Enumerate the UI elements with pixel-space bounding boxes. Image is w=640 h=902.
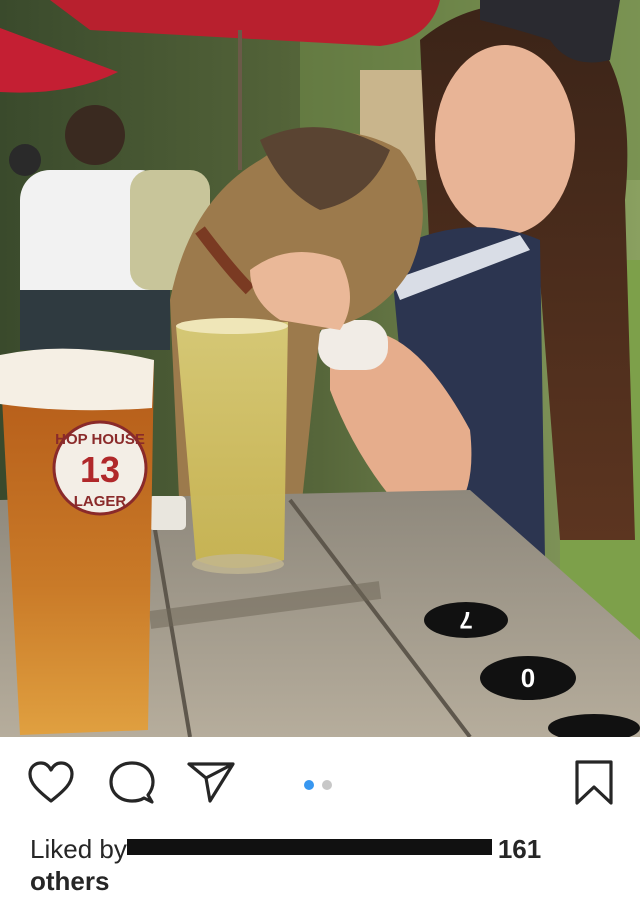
bookmark-icon[interactable] — [574, 759, 614, 812]
carousel-dot — [322, 780, 332, 790]
post-action-bar — [0, 737, 640, 832]
send-icon[interactable] — [186, 760, 236, 809]
table-number-0: 0 — [521, 663, 535, 693]
post-photo[interactable]: 7 0 HOP HOUSE 13 LAGER — [0, 0, 640, 737]
likes-summary[interactable]: Liked by 161 others — [30, 833, 610, 897]
table-number-7: 7 — [459, 606, 472, 633]
likes-others[interactable]: others — [30, 866, 109, 896]
post-photo-illustration: 7 0 HOP HOUSE 13 LAGER — [0, 0, 640, 737]
comment-icon[interactable] — [108, 760, 156, 811]
likes-count[interactable]: 161 — [498, 834, 541, 864]
glass-logo-number: 13 — [80, 449, 120, 490]
heart-icon[interactable] — [27, 760, 75, 809]
carousel-dot-active — [304, 780, 314, 790]
glass-logo-top: HOP HOUSE — [55, 431, 145, 448]
redacted-usernames — [126, 839, 492, 856]
likes-prefix: Liked by — [30, 834, 127, 864]
glass-logo-bottom: LAGER — [74, 493, 127, 510]
